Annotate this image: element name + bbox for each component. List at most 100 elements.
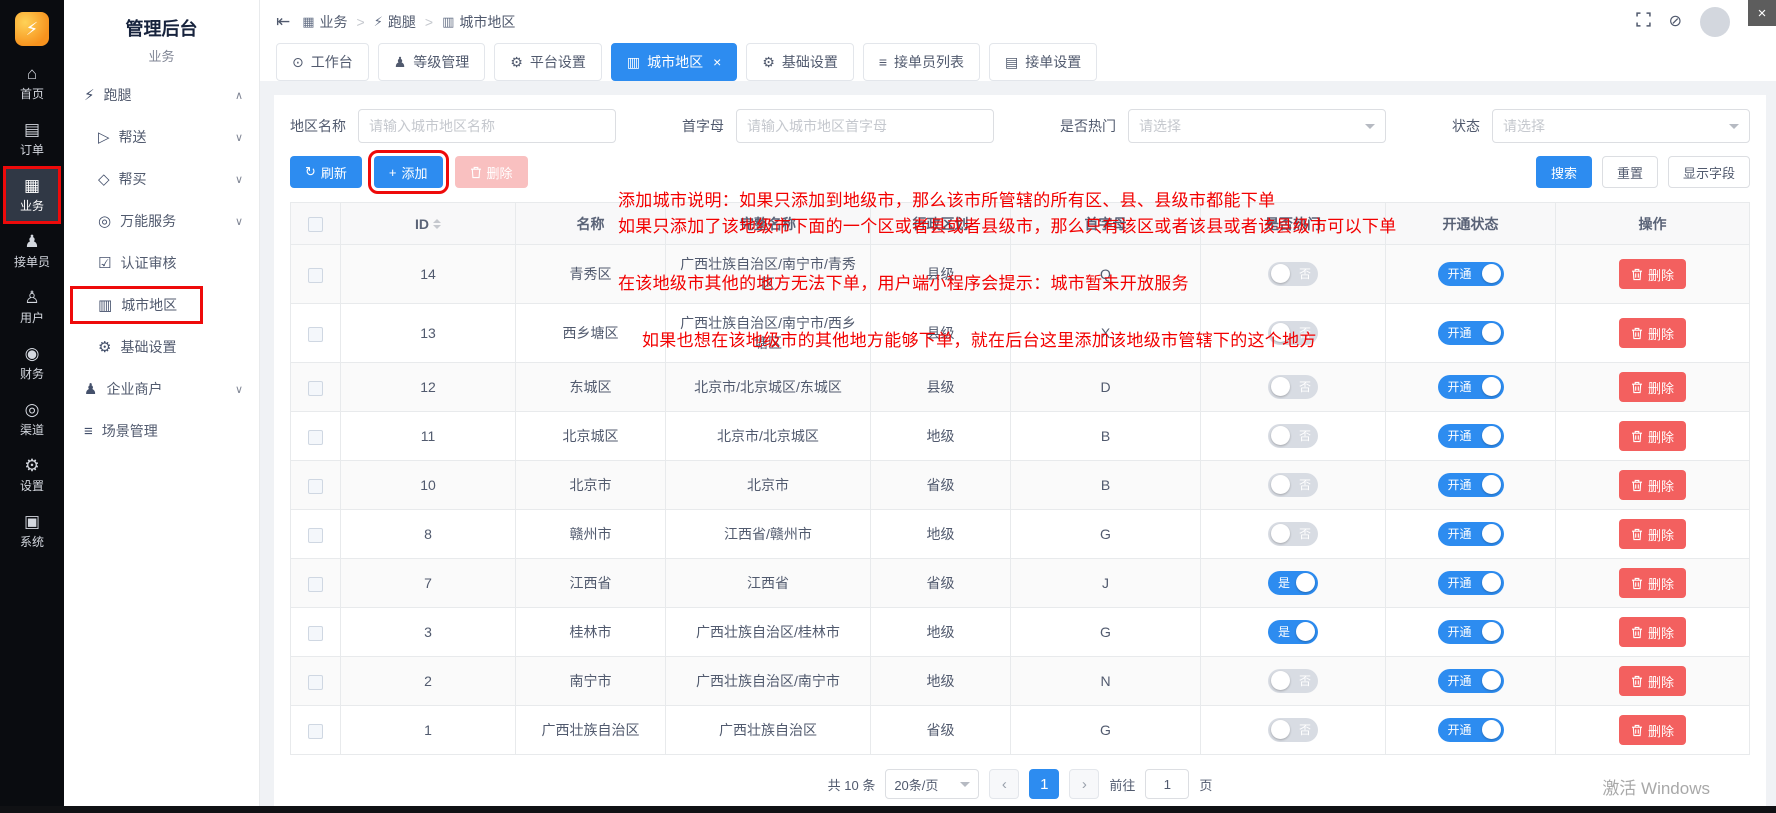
refresh-button[interactable]: ↻ 刷新 (290, 156, 362, 188)
sidebar-item-scene-management[interactable]: ≡ 场景管理 (64, 410, 259, 452)
hot-toggle[interactable]: 否 (1268, 669, 1318, 693)
hot-toggle[interactable]: 否 (1268, 262, 1318, 286)
cell-id: 11 (421, 428, 436, 444)
sidebar-item-universal-service[interactable]: ◎ 万能服务 ∨ (64, 200, 259, 242)
row-checkbox[interactable] (308, 577, 323, 592)
row-checkbox[interactable] (308, 479, 323, 494)
sidebar-item-enterprise-merchant[interactable]: ♟ 企业商户 ∨ (64, 368, 259, 410)
show-fields-button[interactable]: 显示字段 (1668, 156, 1750, 188)
sidebar-item-city-region[interactable]: ▥ 城市地区 (64, 284, 259, 326)
rail-item-system[interactable]: ▣ 系统 (3, 504, 61, 558)
rail-item-business[interactable]: ▦ 业务 (3, 168, 61, 222)
app-logo[interactable]: ⚡ (15, 12, 49, 46)
row-checkbox[interactable] (308, 381, 323, 396)
select-all-checkbox[interactable] (308, 217, 323, 232)
toolbar: ↻ 刷新 + 添加 删除 搜索 重置 (290, 156, 1750, 188)
delete-row-button[interactable]: 删除 (1619, 568, 1686, 598)
status-toggle[interactable]: 开通 (1438, 375, 1504, 399)
delete-row-button[interactable]: 删除 (1619, 617, 1686, 647)
sidebar-item-certification-audit[interactable]: ☑ 认证审核 (64, 242, 259, 284)
tab-city-region[interactable]: ▥ 城市地区 × (611, 43, 737, 81)
table-row: 3 桂林市 广西壮族自治区/桂林市 地级 G 是 开通 删除 (291, 608, 1750, 657)
delete-row-button[interactable]: 删除 (1619, 666, 1686, 696)
hot-toggle[interactable]: 否 (1268, 424, 1318, 448)
delete-row-button[interactable]: 删除 (1619, 372, 1686, 402)
row-checkbox[interactable] (308, 268, 323, 283)
rail-item-home[interactable]: ⌂ 首页 (3, 56, 61, 110)
collapse-sidebar-icon[interactable]: ⇤ (276, 12, 290, 32)
tab-order-settings[interactable]: ▤ 接单设置 (989, 43, 1097, 81)
sidebar-item-basic-settings[interactable]: ⚙ 基础设置 (64, 326, 259, 368)
hot-toggle[interactable]: 是 (1268, 571, 1318, 595)
toggle-knob (1271, 264, 1290, 283)
delete-row-button[interactable]: 删除 (1619, 318, 1686, 348)
initial-input[interactable] (736, 109, 994, 143)
hot-toggle[interactable]: 否 (1268, 718, 1318, 742)
bulk-delete-button[interactable]: 删除 (455, 156, 528, 188)
sidebar-item-errand[interactable]: ⚡ 跑腿 ∧ (64, 74, 259, 116)
status-toggle[interactable]: 开通 (1438, 262, 1504, 286)
status-toggle[interactable]: 开通 (1438, 669, 1504, 693)
hot-toggle[interactable]: 否 (1268, 375, 1318, 399)
hot-toggle[interactable]: 否 (1268, 522, 1318, 546)
row-checkbox[interactable] (308, 626, 323, 641)
row-checkbox[interactable] (308, 528, 323, 543)
next-page-button[interactable]: › (1069, 769, 1099, 799)
current-page-button[interactable]: 1 (1029, 769, 1059, 799)
lock-screen-icon[interactable]: ⊘ (1669, 14, 1682, 30)
add-button[interactable]: + 添加 (374, 156, 443, 188)
hot-toggle[interactable]: 是 (1268, 620, 1318, 644)
row-checkbox[interactable] (308, 675, 323, 690)
rail-item-couriers[interactable]: ♟ 接单员 (3, 224, 61, 278)
status-toggle[interactable]: 开通 (1438, 718, 1504, 742)
delete-row-button[interactable]: 删除 (1619, 519, 1686, 549)
page-size-select[interactable]: 20条/页 (885, 769, 979, 799)
delete-row-button[interactable]: 删除 (1619, 470, 1686, 500)
status-toggle[interactable]: 开通 (1438, 473, 1504, 497)
status-toggle[interactable]: 开通 (1438, 522, 1504, 546)
rail-item-finance[interactable]: ◉ 财务 (3, 336, 61, 390)
reset-button[interactable]: 重置 (1602, 156, 1658, 188)
list-icon: ≡ (879, 54, 887, 70)
universal-service-icon: ◎ (98, 212, 111, 230)
hot-toggle[interactable]: 否 (1268, 473, 1318, 497)
row-checkbox[interactable] (308, 430, 323, 445)
tab-basic-settings[interactable]: ⚙ 基础设置 (746, 43, 854, 81)
fullscreen-icon[interactable] (1636, 12, 1651, 31)
cell-initial: D (1100, 379, 1110, 395)
status-toggle[interactable]: 开通 (1438, 620, 1504, 644)
tab-level-management[interactable]: ♟ 等级管理 (378, 43, 486, 81)
cell-id: 8 (424, 526, 432, 542)
rail-item-settings[interactable]: ⚙ 设置 (3, 448, 61, 502)
rail-item-users[interactable]: ♙ 用户 (3, 280, 61, 334)
goto-page-input[interactable] (1145, 769, 1189, 799)
sidebar-item-help-deliver[interactable]: ▷ 帮送 ∨ (64, 116, 259, 158)
tab-close-icon[interactable]: × (713, 54, 721, 70)
delete-row-button[interactable]: 删除 (1619, 259, 1686, 289)
tab-courier-list[interactable]: ≡ 接单员列表 (863, 43, 980, 81)
status-toggle[interactable]: 开通 (1438, 424, 1504, 448)
status-select[interactable]: 请选择 (1492, 109, 1750, 143)
tab-workbench[interactable]: ⊙ 工作台 (276, 43, 369, 81)
column-header-id[interactable]: ID (341, 203, 516, 245)
row-checkbox[interactable] (308, 724, 323, 739)
sort-icon[interactable] (433, 215, 441, 233)
avatar[interactable] (1700, 7, 1730, 37)
prev-page-button[interactable]: ‹ (989, 769, 1019, 799)
sidebar-item-help-buy[interactable]: ◇ 帮买 ∨ (64, 158, 259, 200)
search-button[interactable]: 搜索 (1536, 156, 1592, 188)
breadcrumb-item-city-region[interactable]: ▥ 城市地区 (442, 12, 515, 32)
status-toggle[interactable]: 开通 (1438, 571, 1504, 595)
window-close-button[interactable]: × (1748, 0, 1776, 26)
hot-select[interactable]: 请选择 (1128, 109, 1386, 143)
tab-platform-settings[interactable]: ⚙ 平台设置 (494, 43, 602, 81)
delete-row-button[interactable]: 删除 (1619, 421, 1686, 451)
breadcrumb-item-business[interactable]: ▦ 业务 (302, 12, 347, 32)
region-name-input[interactable] (358, 109, 616, 143)
status-toggle[interactable]: 开通 (1438, 321, 1504, 345)
breadcrumb-item-errand[interactable]: ⚡ 跑腿 (374, 12, 416, 32)
row-checkbox[interactable] (308, 327, 323, 342)
delete-row-button[interactable]: 删除 (1619, 715, 1686, 745)
rail-item-orders[interactable]: ▤ 订单 (3, 112, 61, 166)
rail-item-channels[interactable]: ◎ 渠道 (3, 392, 61, 446)
